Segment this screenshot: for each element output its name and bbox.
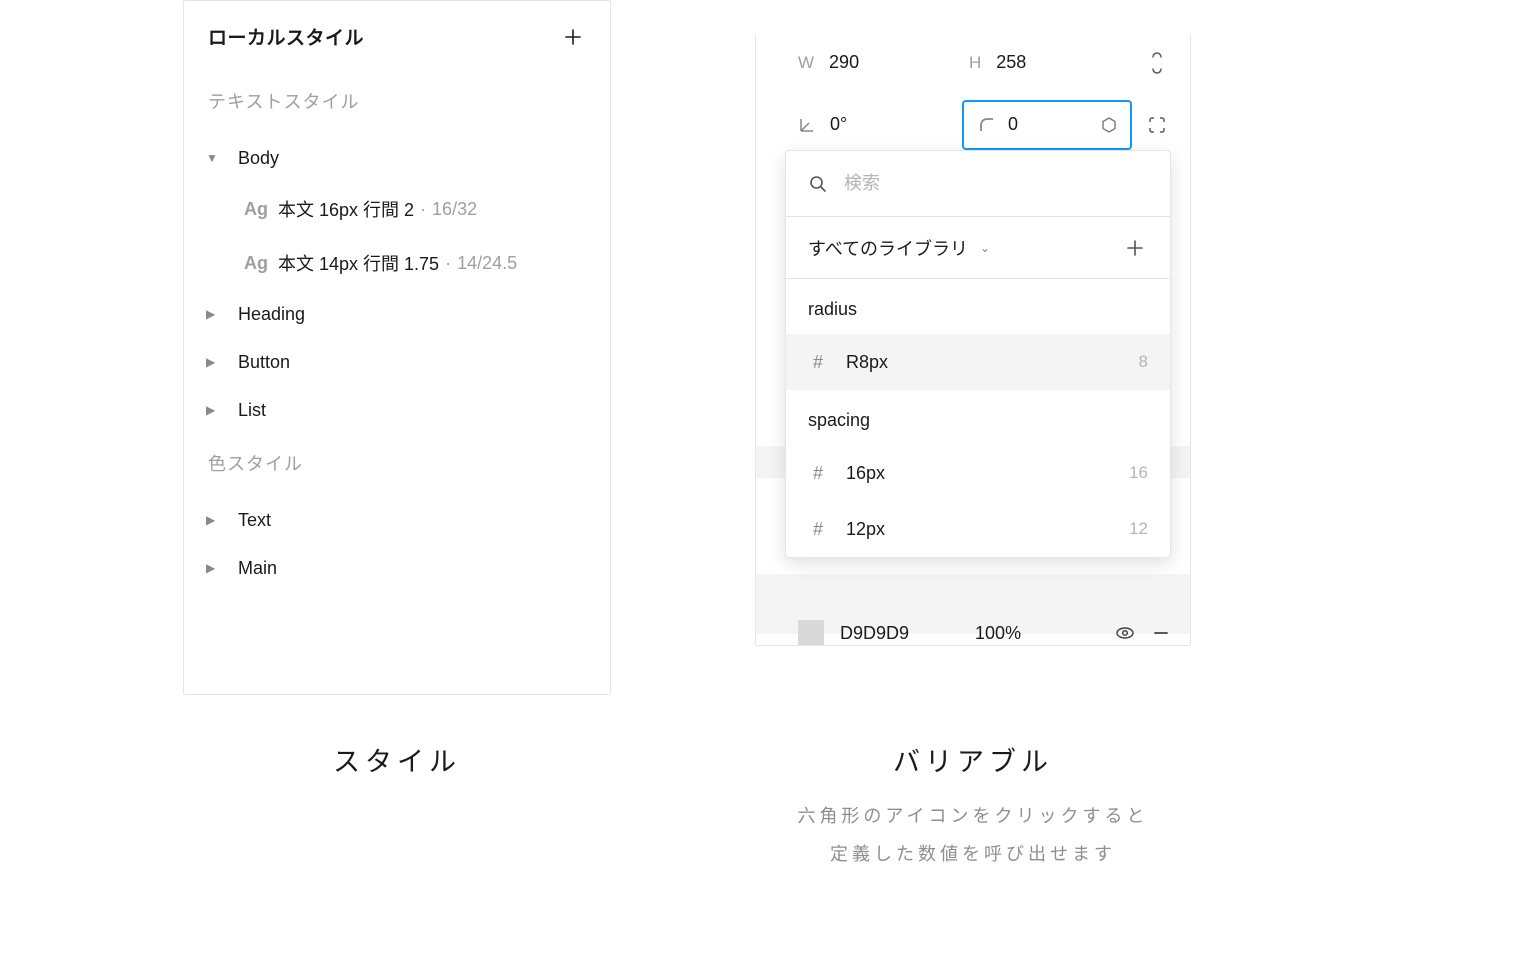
- variable-value: 16: [1129, 463, 1148, 483]
- angle-icon: [798, 116, 816, 134]
- caret-right-icon: ▶: [206, 561, 226, 575]
- variable-item-12px[interactable]: # 12px 12: [786, 501, 1170, 557]
- plus-icon: [1125, 238, 1145, 258]
- number-variable-icon: #: [808, 519, 828, 540]
- group-body[interactable]: ▼ Body: [184, 134, 610, 182]
- group-heading-label: Heading: [226, 304, 305, 325]
- text-styles-section-label: テキストスタイル: [184, 72, 610, 134]
- caret-right-icon: ▶: [206, 513, 226, 527]
- local-styles-panel: ローカルスタイル テキストスタイル ▼ Body Ag 本文 16px 行間 2…: [183, 0, 611, 695]
- corner-radius-field[interactable]: 0: [962, 100, 1132, 150]
- caret-down-icon: ▼: [206, 151, 226, 165]
- group-list-label: List: [226, 400, 266, 421]
- variable-value: 8: [1139, 352, 1148, 372]
- variable-group-spacing: spacing: [786, 390, 1170, 445]
- corner-radius-icon: [978, 116, 996, 134]
- local-styles-title: ローカルスタイル: [208, 23, 364, 50]
- text-style-body-14[interactable]: Ag 本文 14px 行間 1.75 · 14/24.5: [184, 236, 610, 290]
- rotation-value: 0°: [830, 114, 847, 135]
- visibility-icon[interactable]: [1114, 622, 1136, 644]
- fill-opacity: 100%: [975, 623, 1021, 644]
- size-row: W 290 H 258: [756, 34, 1190, 92]
- variable-search-row: [786, 151, 1170, 217]
- rotation-radius-row: 0° 0: [756, 96, 1190, 154]
- group-main-label: Main: [226, 558, 277, 579]
- add-style-button[interactable]: [560, 24, 586, 50]
- library-filter-dropdown[interactable]: すべてのライブラリ ⌄: [808, 235, 990, 261]
- chevron-down-icon: ⌄: [976, 241, 990, 255]
- variable-value: 12: [1129, 519, 1148, 539]
- variable-search-input[interactable]: [844, 173, 1148, 194]
- search-icon: [808, 174, 828, 194]
- group-main[interactable]: ▶ Main: [184, 544, 610, 592]
- link-icon: [1148, 51, 1166, 75]
- text-style-icon: Ag: [244, 199, 278, 220]
- variable-item-r8px[interactable]: # R8px 8: [786, 334, 1170, 390]
- text-style-meta: 14/24.5: [457, 253, 517, 274]
- library-filter-label: すべてのライブラリ: [808, 235, 968, 261]
- width-value: 290: [829, 52, 859, 73]
- minus-icon[interactable]: [1152, 624, 1170, 642]
- independent-corners-button[interactable]: [1140, 108, 1174, 142]
- text-style-meta: 16/32: [432, 199, 477, 220]
- fill-swatch: [798, 620, 824, 645]
- caret-right-icon: ▶: [206, 355, 226, 369]
- group-button-label: Button: [226, 352, 290, 373]
- variable-item-16px[interactable]: # 16px 16: [786, 445, 1170, 501]
- fill-hex: D9D9D9: [840, 623, 909, 644]
- caret-right-icon: ▶: [206, 403, 226, 417]
- number-variable-icon: #: [808, 463, 828, 484]
- variable-group-radius: radius: [786, 279, 1170, 334]
- group-text[interactable]: ▶ Text: [184, 496, 610, 544]
- plus-icon: [563, 27, 583, 47]
- library-filter-row: すべてのライブラリ ⌄: [786, 217, 1170, 279]
- fill-row[interactable]: D9D9D9 100%: [756, 595, 1190, 645]
- text-style-icon: Ag: [244, 253, 278, 274]
- rotation-field[interactable]: 0°: [798, 114, 954, 135]
- number-variable-icon: #: [808, 352, 828, 373]
- caption-styles: スタイル: [183, 740, 611, 779]
- variable-picker-popover: すべてのライブラリ ⌄ radius # R8px 8 spacing # 16…: [785, 150, 1171, 558]
- independent-corners-icon: [1147, 115, 1167, 135]
- height-value: 258: [996, 52, 1026, 73]
- caption-note-1: 六角形のアイコンをクリックすると: [755, 798, 1191, 836]
- corner-radius-value: 0: [1008, 114, 1018, 135]
- group-list[interactable]: ▶ List: [184, 386, 610, 434]
- group-heading[interactable]: ▶ Heading: [184, 290, 610, 338]
- width-field[interactable]: W 290: [798, 52, 961, 73]
- variable-name: R8px: [846, 352, 888, 373]
- constrain-proportions-button[interactable]: [1140, 46, 1174, 80]
- height-key: H: [969, 53, 982, 73]
- text-style-name: 本文 16px 行間 2: [278, 196, 414, 222]
- text-style-name: 本文 14px 行間 1.75: [278, 250, 439, 276]
- group-body-label: Body: [226, 148, 279, 169]
- hexagon-icon: [1100, 116, 1118, 134]
- caption-variables: バリアブル: [755, 740, 1191, 779]
- create-variable-button[interactable]: [1122, 235, 1148, 261]
- caret-right-icon: ▶: [206, 307, 226, 321]
- text-style-body-16[interactable]: Ag 本文 16px 行間 2 · 16/32: [184, 182, 610, 236]
- variable-name: 12px: [846, 519, 885, 540]
- color-styles-section-label: 色スタイル: [184, 434, 610, 496]
- group-text-label: Text: [226, 510, 271, 531]
- caption-note-2: 定義した数値を呼び出せます: [755, 836, 1191, 874]
- height-field[interactable]: H 258: [969, 52, 1132, 73]
- width-key: W: [798, 53, 815, 73]
- variable-name: 16px: [846, 463, 885, 484]
- local-styles-header: ローカルスタイル: [184, 23, 610, 72]
- apply-variable-button[interactable]: [1098, 114, 1120, 136]
- group-button[interactable]: ▶ Button: [184, 338, 610, 386]
